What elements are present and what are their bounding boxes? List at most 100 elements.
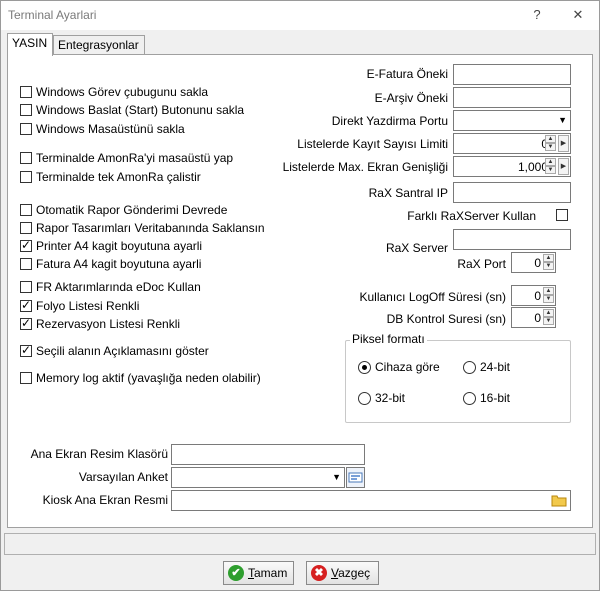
- radio-label: 24-bit: [480, 360, 511, 374]
- varsayilan-anket-label: Varsayılan Anket: [78, 470, 168, 484]
- folder-icon[interactable]: [551, 492, 568, 509]
- ok-button[interactable]: ✔ Tamam: [223, 561, 294, 585]
- option-label: Terminalde AmonRa'yi masaüstü yap: [36, 151, 234, 165]
- settings-window: Terminal Ayarlari ? ✕ YASIN Entegrasyonl…: [0, 0, 600, 591]
- checkbox-checked[interactable]: [20, 298, 32, 312]
- checkbox[interactable]: [20, 258, 32, 270]
- tab-panel: Windows Görev çubugunu sakla Windows Bas…: [7, 54, 593, 528]
- radio-label: Cihaza göre: [375, 360, 440, 374]
- checkbox-checked[interactable]: [20, 238, 32, 252]
- db-kontrol-value: 0: [534, 311, 541, 325]
- kayit-limit-stepper[interactable]: 0 ▲ ▼ ▶: [453, 133, 571, 154]
- santral-ip-input[interactable]: [453, 182, 571, 203]
- radio[interactable]: [463, 361, 476, 374]
- tab-yasin[interactable]: YASIN: [7, 33, 53, 56]
- option-label: Windows Görev çubugunu sakla: [36, 85, 209, 99]
- spin-arrows[interactable]: ▲ ▼: [545, 158, 556, 175]
- piksel-format-group: Piksel formatı Cihaza göre 24-bit 32-bit…: [345, 332, 571, 423]
- spin-arrows[interactable]: ▲ ▼: [543, 254, 554, 271]
- checkbox[interactable]: [20, 152, 32, 164]
- option-label: Rapor Tasarımları Veritabanında Saklansı…: [36, 221, 265, 235]
- printer-port-dropdown[interactable]: ▼: [453, 110, 571, 131]
- chevron-down-icon[interactable]: ▼: [332, 472, 341, 482]
- arrow-up-icon[interactable]: ▲: [543, 309, 554, 317]
- arrow-right-icon[interactable]: ▶: [558, 158, 569, 175]
- rax-port-value: 0: [534, 256, 541, 270]
- spin-arrows[interactable]: ▲ ▼: [545, 135, 556, 152]
- arrow-down-icon[interactable]: ▼: [543, 295, 554, 303]
- option-label: Otomatik Rapor Gönderimi Devrede: [36, 203, 228, 217]
- kayit-limit-label: Listelerde Kayıt Sayısı Limiti: [297, 137, 448, 151]
- browse-icon: [348, 472, 363, 483]
- resim-klasor-input[interactable]: [171, 444, 365, 465]
- option-label: Windows Masaüstünü sakla: [36, 122, 185, 136]
- arrow-right-icon[interactable]: ▶: [558, 135, 569, 152]
- option-label: Memory log aktif (yavaşlığa neden olabil…: [36, 371, 261, 385]
- checkbox[interactable]: [20, 372, 32, 384]
- option-label: Terminalde tek AmonRa çalistir: [36, 170, 201, 184]
- checkbox[interactable]: [20, 204, 32, 216]
- checkbox[interactable]: [20, 86, 32, 98]
- arrow-up-icon[interactable]: ▲: [543, 254, 554, 262]
- efatura-label: E-Fatura Öneki: [366, 67, 448, 81]
- farkli-server-checkbox[interactable]: [556, 209, 568, 221]
- resim-klasor-label: Ana Ekran Resim Klasörü: [30, 447, 168, 461]
- radio-selected[interactable]: [358, 361, 371, 374]
- arrow-down-icon[interactable]: ▼: [545, 143, 556, 151]
- logoff-value: 0: [534, 289, 541, 303]
- arrow-down-icon[interactable]: ▼: [543, 262, 554, 270]
- cancel-button-label: Vazgeç: [331, 566, 371, 580]
- kiosk-resim-input[interactable]: [171, 490, 571, 511]
- earsiv-input[interactable]: [453, 87, 571, 108]
- db-kontrol-stepper[interactable]: 0 ▲ ▼: [511, 307, 556, 328]
- cancel-icon: ✖: [311, 565, 327, 581]
- option-label: Folyo Listesi Renkli: [36, 299, 140, 313]
- radio-label: 16-bit: [480, 391, 511, 405]
- title-bar: Terminal Ayarlari ? ✕: [1, 1, 599, 30]
- chevron-down-icon: ▼: [558, 115, 567, 125]
- santral-ip-label: RaX Santral IP: [368, 186, 448, 200]
- radio-label: 32-bit: [375, 391, 406, 405]
- close-button[interactable]: ✕: [565, 5, 591, 25]
- arrow-down-icon[interactable]: ▼: [545, 166, 556, 174]
- option-label: Fatura A4 kagit boyutuna ayarli: [36, 257, 202, 271]
- printer-port-label: Direkt Yazdirma Portu: [331, 114, 448, 128]
- option-label: Rezervasyon Listesi Renkli: [36, 317, 181, 331]
- farkli-server-label: Farklı RaXServer Kullan: [407, 209, 536, 223]
- ok-button-label: Tamam: [248, 566, 288, 580]
- efatura-input[interactable]: [453, 64, 571, 85]
- spin-arrows[interactable]: ▲ ▼: [543, 309, 554, 326]
- arrow-down-icon[interactable]: ▼: [543, 317, 554, 325]
- radio[interactable]: [358, 392, 371, 405]
- cancel-button[interactable]: ✖ Vazgeç: [306, 561, 379, 585]
- piksel-format-legend: Piksel formatı: [350, 332, 427, 346]
- rax-port-stepper[interactable]: 0 ▲ ▼: [511, 252, 556, 273]
- checkbox-checked[interactable]: [20, 343, 32, 357]
- rax-server-input[interactable]: [453, 229, 571, 250]
- checkbox[interactable]: [20, 222, 32, 234]
- checkbox[interactable]: [20, 171, 32, 183]
- arrow-up-icon[interactable]: ▲: [543, 287, 554, 295]
- status-bar: [4, 533, 596, 555]
- checkbox[interactable]: [20, 123, 32, 135]
- tab-entegrasyonlar[interactable]: Entegrasyonlar: [53, 35, 145, 55]
- ekran-genislik-label: Listelerde Max. Ekran Genişliği: [282, 160, 448, 174]
- kiosk-resim-label: Kiosk Ana Ekran Resmi: [42, 493, 168, 507]
- checkbox[interactable]: [20, 104, 32, 116]
- varsayilan-anket-dropdown[interactable]: ▼: [171, 467, 345, 488]
- logoff-stepper[interactable]: 0 ▲ ▼: [511, 285, 556, 306]
- spin-arrows[interactable]: ▲ ▼: [543, 287, 554, 304]
- option-label: Printer A4 kagit boyutuna ayarli: [36, 239, 203, 253]
- radio[interactable]: [463, 392, 476, 405]
- db-kontrol-label: DB Kontrol Suresi (sn): [386, 312, 506, 326]
- checkbox[interactable]: [20, 281, 32, 293]
- checkbox-checked[interactable]: [20, 316, 32, 330]
- help-button[interactable]: ?: [524, 5, 550, 25]
- check-icon: ✔: [228, 565, 244, 581]
- logoff-label: Kullanıcı LogOff Süresi (sn): [359, 290, 506, 304]
- window-title: Terminal Ayarlari: [8, 8, 97, 22]
- arrow-up-icon[interactable]: ▲: [545, 158, 556, 166]
- browse-anket-button[interactable]: [346, 467, 365, 488]
- ekran-genislik-stepper[interactable]: 1,000 ▲ ▼ ▶: [453, 156, 571, 177]
- arrow-up-icon[interactable]: ▲: [545, 135, 556, 143]
